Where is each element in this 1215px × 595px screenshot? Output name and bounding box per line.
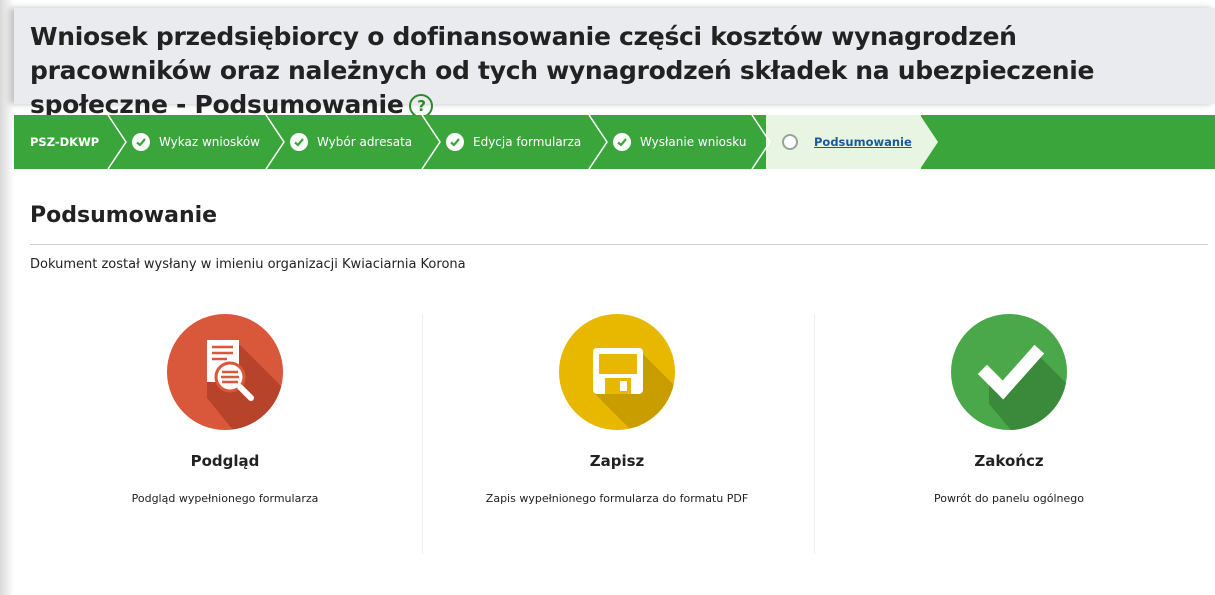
left-shadow <box>0 0 14 595</box>
breadcrumb-step-wykaz[interactable]: Wykaz wniosków <box>132 115 260 169</box>
chevron-separator-icon <box>107 115 127 169</box>
info-message: Dokument został wysłany w imieniu organi… <box>30 257 466 272</box>
action-description: Podgląd wypełnionego formularza <box>131 492 319 505</box>
active-step-arrow <box>920 115 938 169</box>
breadcrumb-step-podsumowanie[interactable]: Podsumowanie <box>782 115 912 169</box>
check-circle-icon <box>132 133 150 151</box>
page-title: Wniosek przedsiębiorcy o dofinansowanie … <box>30 20 1200 122</box>
section-title: Podsumowanie <box>30 203 218 228</box>
chevron-separator-icon <box>751 115 771 169</box>
action-title: Podgląd <box>190 452 260 470</box>
breadcrumb-step-wyslanie[interactable]: Wysłanie wniosku <box>613 115 746 169</box>
breadcrumb-step-label: Wysłanie wniosku <box>640 135 747 149</box>
chevron-separator-icon <box>588 115 608 169</box>
check-circle-icon <box>446 133 464 151</box>
floppy-disk-icon <box>559 314 675 430</box>
check-circle-icon <box>613 133 631 151</box>
document-magnifier-icon <box>167 314 283 430</box>
breadcrumb-root[interactable]: PSZ-DKWP <box>30 115 99 169</box>
breadcrumb-root-label: PSZ-DKWP <box>30 135 100 149</box>
action-save[interactable]: Zapisz Zapis wypełnionego formularza do … <box>422 314 812 554</box>
empty-circle-icon <box>782 134 798 150</box>
action-finish[interactable]: Zakończ Powrót do panelu ogólnego <box>814 314 1204 554</box>
breadcrumb-step-label: Wykaz wniosków <box>159 135 260 149</box>
page-header: Wniosek przedsiębiorcy o dofinansowanie … <box>14 8 1215 119</box>
breadcrumb-step-edycja[interactable]: Edycja formularza <box>446 115 581 169</box>
action-title: Zakończ <box>974 452 1044 470</box>
action-preview[interactable]: Podgląd Podgląd wypełnionego formularza <box>30 314 420 554</box>
chevron-separator-icon <box>421 115 441 169</box>
divider <box>30 244 1208 245</box>
breadcrumb-step-adresat[interactable]: Wybór adresata <box>290 115 412 169</box>
main-content: Podsumowanie Dokument został wysłany w i… <box>14 169 1215 595</box>
breadcrumb-step-label: Wybór adresata <box>317 135 413 149</box>
action-description: Powrót do panelu ogólnego <box>934 492 1084 505</box>
breadcrumb-step-label: Podsumowanie <box>814 135 912 149</box>
action-description: Zapis wypełnionego formularza do formatu… <box>485 492 749 505</box>
breadcrumb-step-label: Edycja formularza <box>473 135 582 149</box>
check-circle-icon <box>290 133 308 151</box>
action-title: Zapisz <box>589 452 645 470</box>
checkmark-icon <box>951 314 1067 430</box>
breadcrumb: PSZ-DKWP Wykaz wniosków Wybór adresata E… <box>14 115 1215 169</box>
page-title-text: Wniosek przedsiębiorcy o dofinansowanie … <box>30 22 1095 119</box>
chevron-separator-icon <box>265 115 285 169</box>
